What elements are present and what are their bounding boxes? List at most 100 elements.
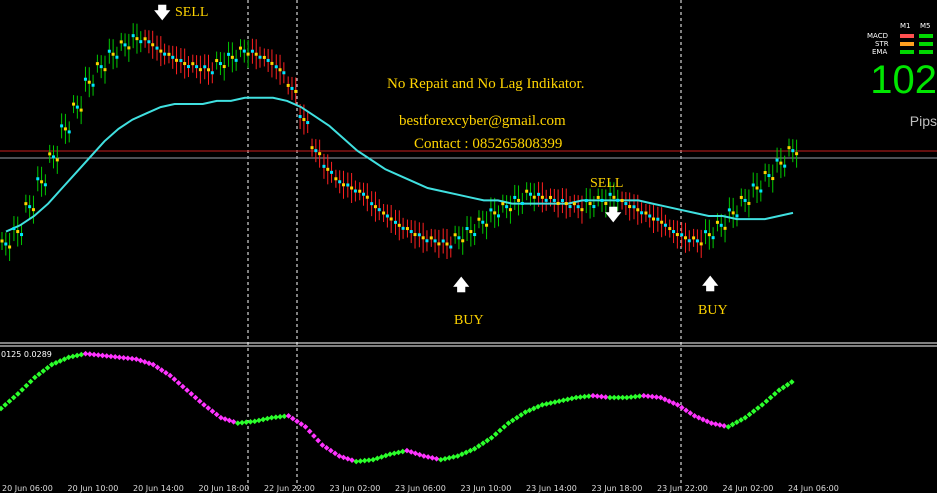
- signal-dot: [668, 227, 672, 231]
- signal-dot: [795, 152, 799, 156]
- signal-dot: [215, 59, 219, 63]
- signal-dot: [210, 71, 214, 75]
- signal-dot: [191, 62, 195, 66]
- signal-dot: [385, 214, 389, 218]
- signal-dot: [489, 208, 493, 212]
- signal-dot: [48, 152, 52, 156]
- signal-dot: [640, 211, 644, 215]
- oscillator-point: [349, 457, 355, 463]
- oscillator-point: [421, 453, 427, 459]
- oscillator-point: [0, 405, 4, 412]
- signal-dot: [63, 127, 67, 131]
- signal-dot: [493, 211, 497, 215]
- oscillator-point: [27, 378, 34, 385]
- oscillator-point: [784, 381, 791, 388]
- signal-dot: [67, 130, 71, 134]
- signal-dot: [592, 205, 596, 209]
- signal-dot: [278, 68, 282, 72]
- signal-dot: [496, 214, 500, 218]
- signal-dot: [624, 202, 628, 206]
- oscillator-point: [687, 410, 694, 416]
- annotation-line-3: Contact : 085265808399: [414, 136, 563, 152]
- signal-dot: [302, 118, 306, 122]
- macd-m1-indicator: [900, 34, 914, 38]
- oscillator-point: [767, 394, 774, 401]
- signal-dot: [242, 49, 246, 53]
- signal-dot: [715, 220, 719, 224]
- oscillator-point: [201, 402, 207, 408]
- signal-dot: [79, 108, 83, 112]
- signal-dot: [151, 43, 155, 47]
- oscillator-point: [395, 449, 402, 456]
- signal-dot: [481, 220, 485, 224]
- signal-dot: [532, 195, 536, 199]
- signal-dot: [306, 121, 310, 125]
- oscillator-point: [222, 416, 228, 422]
- oscillator-point: [311, 433, 317, 439]
- signal-dot: [540, 195, 544, 199]
- signal-dot: [580, 208, 584, 212]
- oscillator-point: [150, 361, 157, 368]
- signal-dot: [83, 77, 87, 81]
- oscillator-point: [264, 415, 271, 422]
- signal-dot: [604, 201, 608, 205]
- signal-dot: [437, 242, 441, 246]
- signal-dot: [91, 83, 95, 87]
- oscillator-point: [755, 405, 761, 411]
- oscillator-point: [180, 383, 186, 390]
- signal-dot: [234, 58, 238, 62]
- signal-dot: [28, 205, 32, 209]
- signal-dot: [20, 233, 24, 237]
- oscillator-value-label: 0125 0.0289: [1, 350, 52, 359]
- signal-dot: [99, 65, 103, 69]
- oscillator-point: [717, 422, 723, 428]
- signal-dot: [334, 177, 338, 181]
- signal-dot: [139, 40, 143, 44]
- signal-dot: [167, 52, 171, 56]
- oscillator-point: [429, 455, 436, 461]
- signal-dot: [771, 177, 775, 181]
- oscillator-point: [404, 447, 410, 454]
- signal-dot: [159, 49, 163, 53]
- signal-dot: [186, 65, 190, 69]
- signal-dot: [322, 164, 326, 168]
- oscillator-point: [382, 452, 389, 459]
- annotation-line-2: bestforexcyber@gmail.com: [399, 113, 566, 129]
- oscillator-point: [70, 353, 76, 360]
- signal-dot: [465, 227, 469, 231]
- oscillator-point: [505, 420, 512, 426]
- pips-label: Pips: [909, 113, 937, 129]
- signal-dot: [461, 239, 465, 243]
- oscillator-point: [488, 434, 495, 441]
- signal-dot: [767, 174, 771, 178]
- signal-dot: [298, 115, 302, 119]
- signal-dot: [409, 230, 413, 234]
- sell-arrow-icon: 🡇: [154, 5, 171, 22]
- signal-dot: [401, 226, 405, 230]
- oscillator-point: [315, 437, 321, 444]
- oscillator-point: [387, 451, 393, 458]
- oscillator-point: [19, 386, 25, 393]
- oscillator-point: [547, 400, 554, 406]
- signal-dot: [695, 239, 699, 243]
- signal-dot: [711, 236, 715, 240]
- oscillator-point: [213, 411, 220, 418]
- oscillator-point: [175, 380, 182, 386]
- signal-dot: [520, 201, 524, 205]
- oscillator-point: [171, 376, 178, 383]
- oscillator-point: [133, 356, 140, 362]
- oscillator-point: [437, 456, 444, 463]
- oscillator-point: [158, 367, 165, 373]
- signal-dot: [4, 242, 8, 246]
- oscillator-point: [780, 384, 787, 391]
- signal-dot: [779, 161, 783, 165]
- signal-dot: [346, 183, 350, 187]
- oscillator-point: [209, 408, 216, 415]
- macd-m5-indicator: [919, 34, 933, 38]
- signal-dot: [115, 55, 119, 59]
- oscillator-point: [484, 437, 491, 444]
- ema-m5-indicator: [919, 50, 933, 54]
- oscillator-point: [251, 418, 258, 425]
- oscillator-point: [218, 414, 224, 421]
- signal-dot: [675, 233, 679, 237]
